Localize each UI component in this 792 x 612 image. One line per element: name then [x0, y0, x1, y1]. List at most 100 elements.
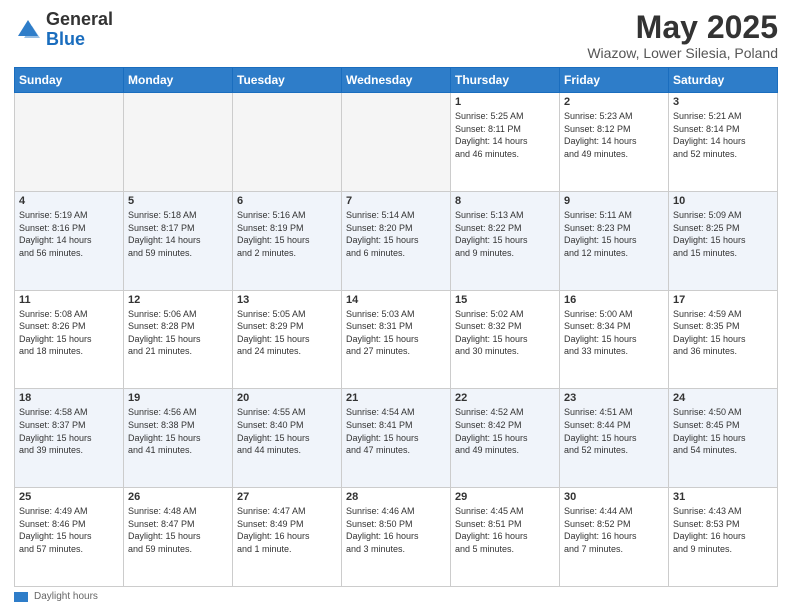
day-number: 15 [455, 294, 555, 306]
day-info: Sunrise: 5:06 AM Sunset: 8:28 PM Dayligh… [128, 308, 228, 358]
calendar-cell [342, 93, 451, 192]
day-info: Sunrise: 5:03 AM Sunset: 8:31 PM Dayligh… [346, 308, 446, 358]
calendar-cell: 29Sunrise: 4:45 AM Sunset: 8:51 PM Dayli… [451, 488, 560, 587]
calendar-cell: 22 Sunrise: 4:52 AM Sunset: 8:42 PM Dayli… [451, 389, 560, 488]
calendar-cell: 7 Sunrise: 5:14 AM Sunset: 8:20 PM Daylig… [342, 191, 451, 290]
calendar-cell: 4 Sunrise: 5:19 AM Sunset: 8:16 PM Daylig… [15, 191, 124, 290]
daylight-label: Daylight hours [34, 591, 98, 602]
day-number: 22 [455, 392, 555, 404]
day-number: 24 [673, 392, 773, 404]
day-number: 4 [19, 195, 119, 207]
day-number: 29 [455, 491, 555, 503]
day-number: 13 [237, 294, 337, 306]
calendar-title: May 2025 [587, 10, 778, 45]
calendar-cell: 16 Sunrise: 5:00 AM Sunset: 8:34 PM Dayli… [560, 290, 669, 389]
day-number: 30 [564, 491, 664, 503]
day-info: Sunrise: 4:49 AM Sunset: 8:46 PM Dayligh… [19, 505, 119, 555]
calendar-cell: 12 Sunrise: 5:06 AM Sunset: 8:28 PM Dayli… [124, 290, 233, 389]
day-info: Sunrise: 5:11 AM Sunset: 8:23 PM Dayligh… [564, 209, 664, 259]
day-info: Sunrise: 4:47 AM Sunset: 8:49 PM Dayligh… [237, 505, 337, 555]
day-number: 1 [455, 96, 555, 108]
day-header-sunday: Sunday [15, 68, 124, 93]
day-info: Sunrise: 4:48 AM Sunset: 8:47 PM Dayligh… [128, 505, 228, 555]
calendar-cell: 26Sunrise: 4:48 AM Sunset: 8:47 PM Dayli… [124, 488, 233, 587]
day-info: Sunrise: 5:09 AM Sunset: 8:25 PM Dayligh… [673, 209, 773, 259]
day-info: Sunrise: 4:55 AM Sunset: 8:40 PM Dayligh… [237, 406, 337, 456]
day-number: 10 [673, 195, 773, 207]
daylight-box-icon [14, 592, 28, 602]
day-number: 16 [564, 294, 664, 306]
day-info: Sunrise: 5:14 AM Sunset: 8:20 PM Dayligh… [346, 209, 446, 259]
day-number: 3 [673, 96, 773, 108]
calendar-subtitle: Wiazow, Lower Silesia, Poland [587, 45, 778, 61]
calendar-cell: 3 Sunrise: 5:21 AM Sunset: 8:14 PM Daylig… [669, 93, 778, 192]
day-number: 11 [19, 294, 119, 306]
day-header-tuesday: Tuesday [233, 68, 342, 93]
day-number: 31 [673, 491, 773, 503]
calendar-cell: 13Sunrise: 5:05 AM Sunset: 8:29 PM Dayli… [233, 290, 342, 389]
day-number: 12 [128, 294, 228, 306]
day-header-friday: Friday [560, 68, 669, 93]
calendar-cell: 31Sunrise: 4:43 AM Sunset: 8:53 PM Dayli… [669, 488, 778, 587]
day-number: 28 [346, 491, 446, 503]
day-info: Sunrise: 4:59 AM Sunset: 8:35 PM Dayligh… [673, 308, 773, 358]
day-number: 23 [564, 392, 664, 404]
logo-blue-text: Blue [46, 29, 85, 49]
day-number: 6 [237, 195, 337, 207]
calendar-cell: 9 Sunrise: 5:11 AM Sunset: 8:23 PM Daylig… [560, 191, 669, 290]
day-info: Sunrise: 5:08 AM Sunset: 8:26 PM Dayligh… [19, 308, 119, 358]
day-header-saturday: Saturday [669, 68, 778, 93]
day-number: 18 [19, 392, 119, 404]
day-info: Sunrise: 5:18 AM Sunset: 8:17 PM Dayligh… [128, 209, 228, 259]
calendar-cell: 19Sunrise: 4:56 AM Sunset: 8:38 PM Dayli… [124, 389, 233, 488]
calendar-cell: 5 Sunrise: 5:18 AM Sunset: 8:17 PM Daylig… [124, 191, 233, 290]
footer: Daylight hours [14, 591, 778, 602]
day-header-wednesday: Wednesday [342, 68, 451, 93]
day-info: Sunrise: 4:46 AM Sunset: 8:50 PM Dayligh… [346, 505, 446, 555]
day-number: 9 [564, 195, 664, 207]
calendar-cell: 24Sunrise: 4:50 AM Sunset: 8:45 PM Dayli… [669, 389, 778, 488]
day-number: 2 [564, 96, 664, 108]
calendar-cell: 21 Sunrise: 4:54 AM Sunset: 8:41 PM Dayli… [342, 389, 451, 488]
calendar-cell: 23Sunrise: 4:51 AM Sunset: 8:44 PM Dayli… [560, 389, 669, 488]
calendar-table: SundayMondayTuesdayWednesdayThursdayFrid… [14, 67, 778, 587]
calendar-cell: 30 Sunrise: 4:44 AM Sunset: 8:52 PM Dayli… [560, 488, 669, 587]
title-block: May 2025 Wiazow, Lower Silesia, Poland [587, 10, 778, 61]
calendar-cell: 28 Sunrise: 4:46 AM Sunset: 8:50 PM Dayli… [342, 488, 451, 587]
day-number: 27 [237, 491, 337, 503]
calendar-cell: 17Sunrise: 4:59 AM Sunset: 8:35 PM Dayli… [669, 290, 778, 389]
calendar-cell: 18 Sunrise: 4:58 AM Sunset: 8:37 PM Dayli… [15, 389, 124, 488]
day-number: 21 [346, 392, 446, 404]
day-info: Sunrise: 5:00 AM Sunset: 8:34 PM Dayligh… [564, 308, 664, 358]
day-info: Sunrise: 4:52 AM Sunset: 8:42 PM Dayligh… [455, 406, 555, 456]
calendar-cell: 20Sunrise: 4:55 AM Sunset: 8:40 PM Dayli… [233, 389, 342, 488]
day-info: Sunrise: 5:23 AM Sunset: 8:12 PM Dayligh… [564, 110, 664, 160]
calendar-cell [233, 93, 342, 192]
calendar-cell: 6 Sunrise: 5:16 AM Sunset: 8:19 PM Daylig… [233, 191, 342, 290]
calendar-cell: 1 Sunrise: 5:25 AM Sunset: 8:11 PM Daylig… [451, 93, 560, 192]
day-info: Sunrise: 4:54 AM Sunset: 8:41 PM Dayligh… [346, 406, 446, 456]
day-info: Sunrise: 5:13 AM Sunset: 8:22 PM Dayligh… [455, 209, 555, 259]
calendar-cell: 8Sunrise: 5:13 AM Sunset: 8:22 PM Daylig… [451, 191, 560, 290]
day-info: Sunrise: 5:19 AM Sunset: 8:16 PM Dayligh… [19, 209, 119, 259]
logo: General Blue [14, 10, 113, 50]
calendar-cell: 25Sunrise: 4:49 AM Sunset: 8:46 PM Dayli… [15, 488, 124, 587]
week-row-1: 1 Sunrise: 5:25 AM Sunset: 8:11 PM Daylig… [15, 93, 778, 192]
calendar-cell: 11 Sunrise: 5:08 AM Sunset: 8:26 PM Dayli… [15, 290, 124, 389]
day-info: Sunrise: 5:25 AM Sunset: 8:11 PM Dayligh… [455, 110, 555, 160]
day-info: Sunrise: 4:58 AM Sunset: 8:37 PM Dayligh… [19, 406, 119, 456]
day-info: Sunrise: 5:16 AM Sunset: 8:19 PM Dayligh… [237, 209, 337, 259]
day-info: Sunrise: 5:21 AM Sunset: 8:14 PM Dayligh… [673, 110, 773, 160]
day-number: 5 [128, 195, 228, 207]
logo-icon [14, 16, 42, 44]
calendar-cell: 2 Sunrise: 5:23 AM Sunset: 8:12 PM Daylig… [560, 93, 669, 192]
week-row-4: 18 Sunrise: 4:58 AM Sunset: 8:37 PM Dayli… [15, 389, 778, 488]
day-number: 19 [128, 392, 228, 404]
day-number: 7 [346, 195, 446, 207]
day-header-thursday: Thursday [451, 68, 560, 93]
day-info: Sunrise: 4:44 AM Sunset: 8:52 PM Dayligh… [564, 505, 664, 555]
day-info: Sunrise: 5:02 AM Sunset: 8:32 PM Dayligh… [455, 308, 555, 358]
day-header-monday: Monday [124, 68, 233, 93]
calendar-cell: 27 Sunrise: 4:47 AM Sunset: 8:49 PM Dayli… [233, 488, 342, 587]
calendar-cell [15, 93, 124, 192]
